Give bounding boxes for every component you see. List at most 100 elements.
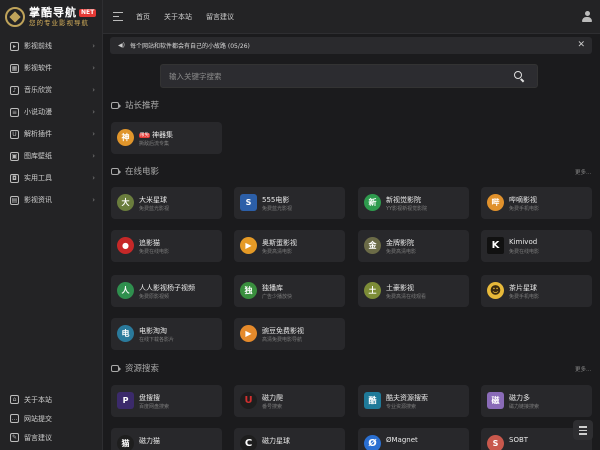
site-logo-icon: ▶ xyxy=(240,237,257,254)
sidebar-link-about[interactable]: ⌂ 关于本站 xyxy=(0,390,103,409)
sidebar-item-label: 图库壁纸 xyxy=(24,152,52,160)
site-desc: 撕敌后流专集 xyxy=(139,141,170,147)
site-card[interactable]: ▶ 奥斯蛋影视 免费高清电影 xyxy=(234,230,345,262)
site-desc: 免费高清电影 xyxy=(386,249,417,255)
site-card[interactable]: 新 新视觉影院 YY影视新视觉影院 xyxy=(358,187,469,219)
site-name: 盘搜搜 xyxy=(139,394,160,402)
site-card[interactable]: 土 土豪影视 免费高清在线观看 xyxy=(358,275,469,307)
site-name: 磁力猫 xyxy=(139,437,160,445)
sidebar-item-video-apps[interactable]: ▦ 影视软件 › xyxy=(0,57,103,79)
site-card[interactable]: 金 金牌影院 免费高清电影 xyxy=(358,230,469,262)
site-card[interactable]: ● 追影猫 免费在线电影 xyxy=(111,230,222,262)
more-link-online[interactable]: 更多... xyxy=(575,168,591,176)
site-name: 磁力星球 xyxy=(262,437,290,445)
music-note-icon: ♪ xyxy=(10,85,19,95)
site-card[interactable]: ☻ 茶片星球 免费手机电影 xyxy=(481,275,592,307)
site-logo-icon: ☻ xyxy=(487,282,504,299)
nav-about[interactable]: 关于本站 xyxy=(164,12,192,22)
chevron-right-icon: › xyxy=(92,196,95,204)
site-card[interactable]: 电 电影淘淘 在线下载各影片 xyxy=(111,318,222,350)
menu-toggle-icon[interactable] xyxy=(113,12,123,21)
section-title-text: 站长推荐 xyxy=(125,101,160,111)
site-name: Kimivod xyxy=(509,238,538,246)
site-logo-icon: 电 xyxy=(117,325,134,342)
video-camera-icon xyxy=(111,364,121,372)
more-link-resource[interactable]: 更多... xyxy=(575,365,591,373)
nav-feedback[interactable]: 留言建议 xyxy=(206,12,234,22)
sidebar-item-wallpapers[interactable]: ▣ 图库壁纸 › xyxy=(0,145,103,167)
site-logo-icon: Ø xyxy=(364,435,381,450)
logo-net-badge: NET xyxy=(79,8,97,17)
site-card[interactable]: U 磁力爬 番号搜索 xyxy=(234,385,345,417)
site-desc: 免费手机电影 xyxy=(509,294,540,300)
site-card[interactable]: 人 人人影视杨子视频 免费原影视频 xyxy=(111,275,222,307)
sidebar-item-label: 小说动漫 xyxy=(24,108,52,116)
video-camera-icon xyxy=(111,101,121,109)
sidebar-item-label: 影视前线 xyxy=(24,42,52,50)
section-title-text: 在线电影 xyxy=(125,167,160,177)
user-icon[interactable] xyxy=(582,11,592,23)
chat-icon: … xyxy=(10,414,19,423)
sidebar-link-submit[interactable]: … 网站提交 xyxy=(0,409,103,428)
site-card[interactable]: C 磁力星球 xyxy=(234,428,345,450)
free-badge: 限免 xyxy=(139,133,150,138)
site-name-text: 神器集 xyxy=(152,131,173,139)
site-card[interactable]: 神 限免 神器集 撕敌后流专集 xyxy=(111,122,222,154)
site-desc: 免费手机电影 xyxy=(509,206,540,212)
sidebar-item-novels-anime[interactable]: ≡ 小说动漫 › xyxy=(0,101,103,123)
section-title-text: 资源搜索 xyxy=(125,364,160,374)
site-name: ØMagnet xyxy=(386,436,418,444)
site-card[interactable]: 猫 磁力猫 xyxy=(111,428,222,450)
site-logo-icon: ● xyxy=(117,237,134,254)
speaker-icon: ◀) xyxy=(118,42,125,49)
sidebar-link-label: 关于本站 xyxy=(24,395,52,404)
site-name: 大米星球 xyxy=(139,196,167,204)
site-name: 磁力多 xyxy=(509,394,530,402)
sidebar-item-movies-front[interactable]: ▸ 影视前线 › xyxy=(0,35,103,57)
news-icon: ▤ xyxy=(10,195,19,205)
site-card[interactable]: S 555电影 免费蓝光影视 xyxy=(234,187,345,219)
site-logo-icon: 大 xyxy=(117,194,134,211)
notice-text[interactable]: 每个网站和软件都会有自己的小故路 (05/26) xyxy=(130,41,250,50)
sidebar: 掌酷导航 NET 您的专业影视导航 ▸ 影视前线 › ▦ 影视软件 › ♪ 音乐欣… xyxy=(0,0,103,450)
sidebar-item-tools[interactable]: ◘ 实用工具 › xyxy=(0,167,103,189)
grid-icon: ▦ xyxy=(10,63,19,73)
site-card[interactable]: K Kimivod 免费在线电影 xyxy=(481,230,592,262)
site-card[interactable]: 大 大米星球 免费蓝光影视 xyxy=(111,187,222,219)
site-logo-icon: S xyxy=(487,435,504,450)
sidebar-link-feedback[interactable]: ✎ 留言建议 xyxy=(0,428,103,447)
close-icon[interactable]: ✕ xyxy=(577,40,585,50)
plugin-icon: U xyxy=(10,129,19,139)
search-input[interactable] xyxy=(169,70,489,83)
chevron-right-icon: › xyxy=(92,64,95,72)
site-card[interactable]: 独 独播库 广告少播放快 xyxy=(234,275,345,307)
site-card[interactable]: 酷 酷夫资源搜索 专业资源搜索 xyxy=(358,385,469,417)
site-card[interactable]: P 盘搜搜 百度网盘搜索 xyxy=(111,385,222,417)
chevron-right-icon: › xyxy=(92,174,95,182)
sidebar-item-news[interactable]: ▤ 影视资讯 › xyxy=(0,189,103,211)
nav-home[interactable]: 首页 xyxy=(136,12,150,22)
top-header: 首页 关于本站 留言建议 xyxy=(103,0,600,34)
site-logo[interactable]: 掌酷导航 NET 您的专业影视导航 xyxy=(0,0,102,34)
site-name: 电影淘淘 xyxy=(139,327,167,335)
site-name: 酷夫资源搜索 xyxy=(386,394,428,402)
sidebar-item-label: 解析插件 xyxy=(24,130,52,138)
site-card[interactable]: Ø ØMagnet xyxy=(358,428,469,450)
site-card[interactable]: 哔 哔嘀影视 免费手机电影 xyxy=(481,187,592,219)
site-desc: 广告少播放快 xyxy=(262,294,293,300)
site-card[interactable]: 磁 磁力多 磁力链接搜索 xyxy=(481,385,592,417)
floating-menu-button[interactable] xyxy=(573,420,593,440)
search-icon[interactable] xyxy=(514,71,525,83)
top-nav: 首页 关于本站 留言建议 xyxy=(136,0,248,34)
site-card[interactable]: ▶ 豌豆免费影视 高清免费电影导航 xyxy=(234,318,345,350)
site-logo-icon: S xyxy=(240,194,257,211)
site-logo-icon: C xyxy=(240,435,257,450)
site-logo-icon: 磁 xyxy=(487,392,504,409)
site-logo-icon: 新 xyxy=(364,194,381,211)
sidebar-item-parse-plugins[interactable]: U 解析插件 › xyxy=(0,123,103,145)
site-name: 追影猫 xyxy=(139,239,160,247)
sidebar-item-music[interactable]: ♪ 音乐欣赏 › xyxy=(0,79,103,101)
image-icon: ▣ xyxy=(10,151,19,161)
book-icon: ≡ xyxy=(10,107,19,117)
logo-mark-icon xyxy=(5,7,25,27)
